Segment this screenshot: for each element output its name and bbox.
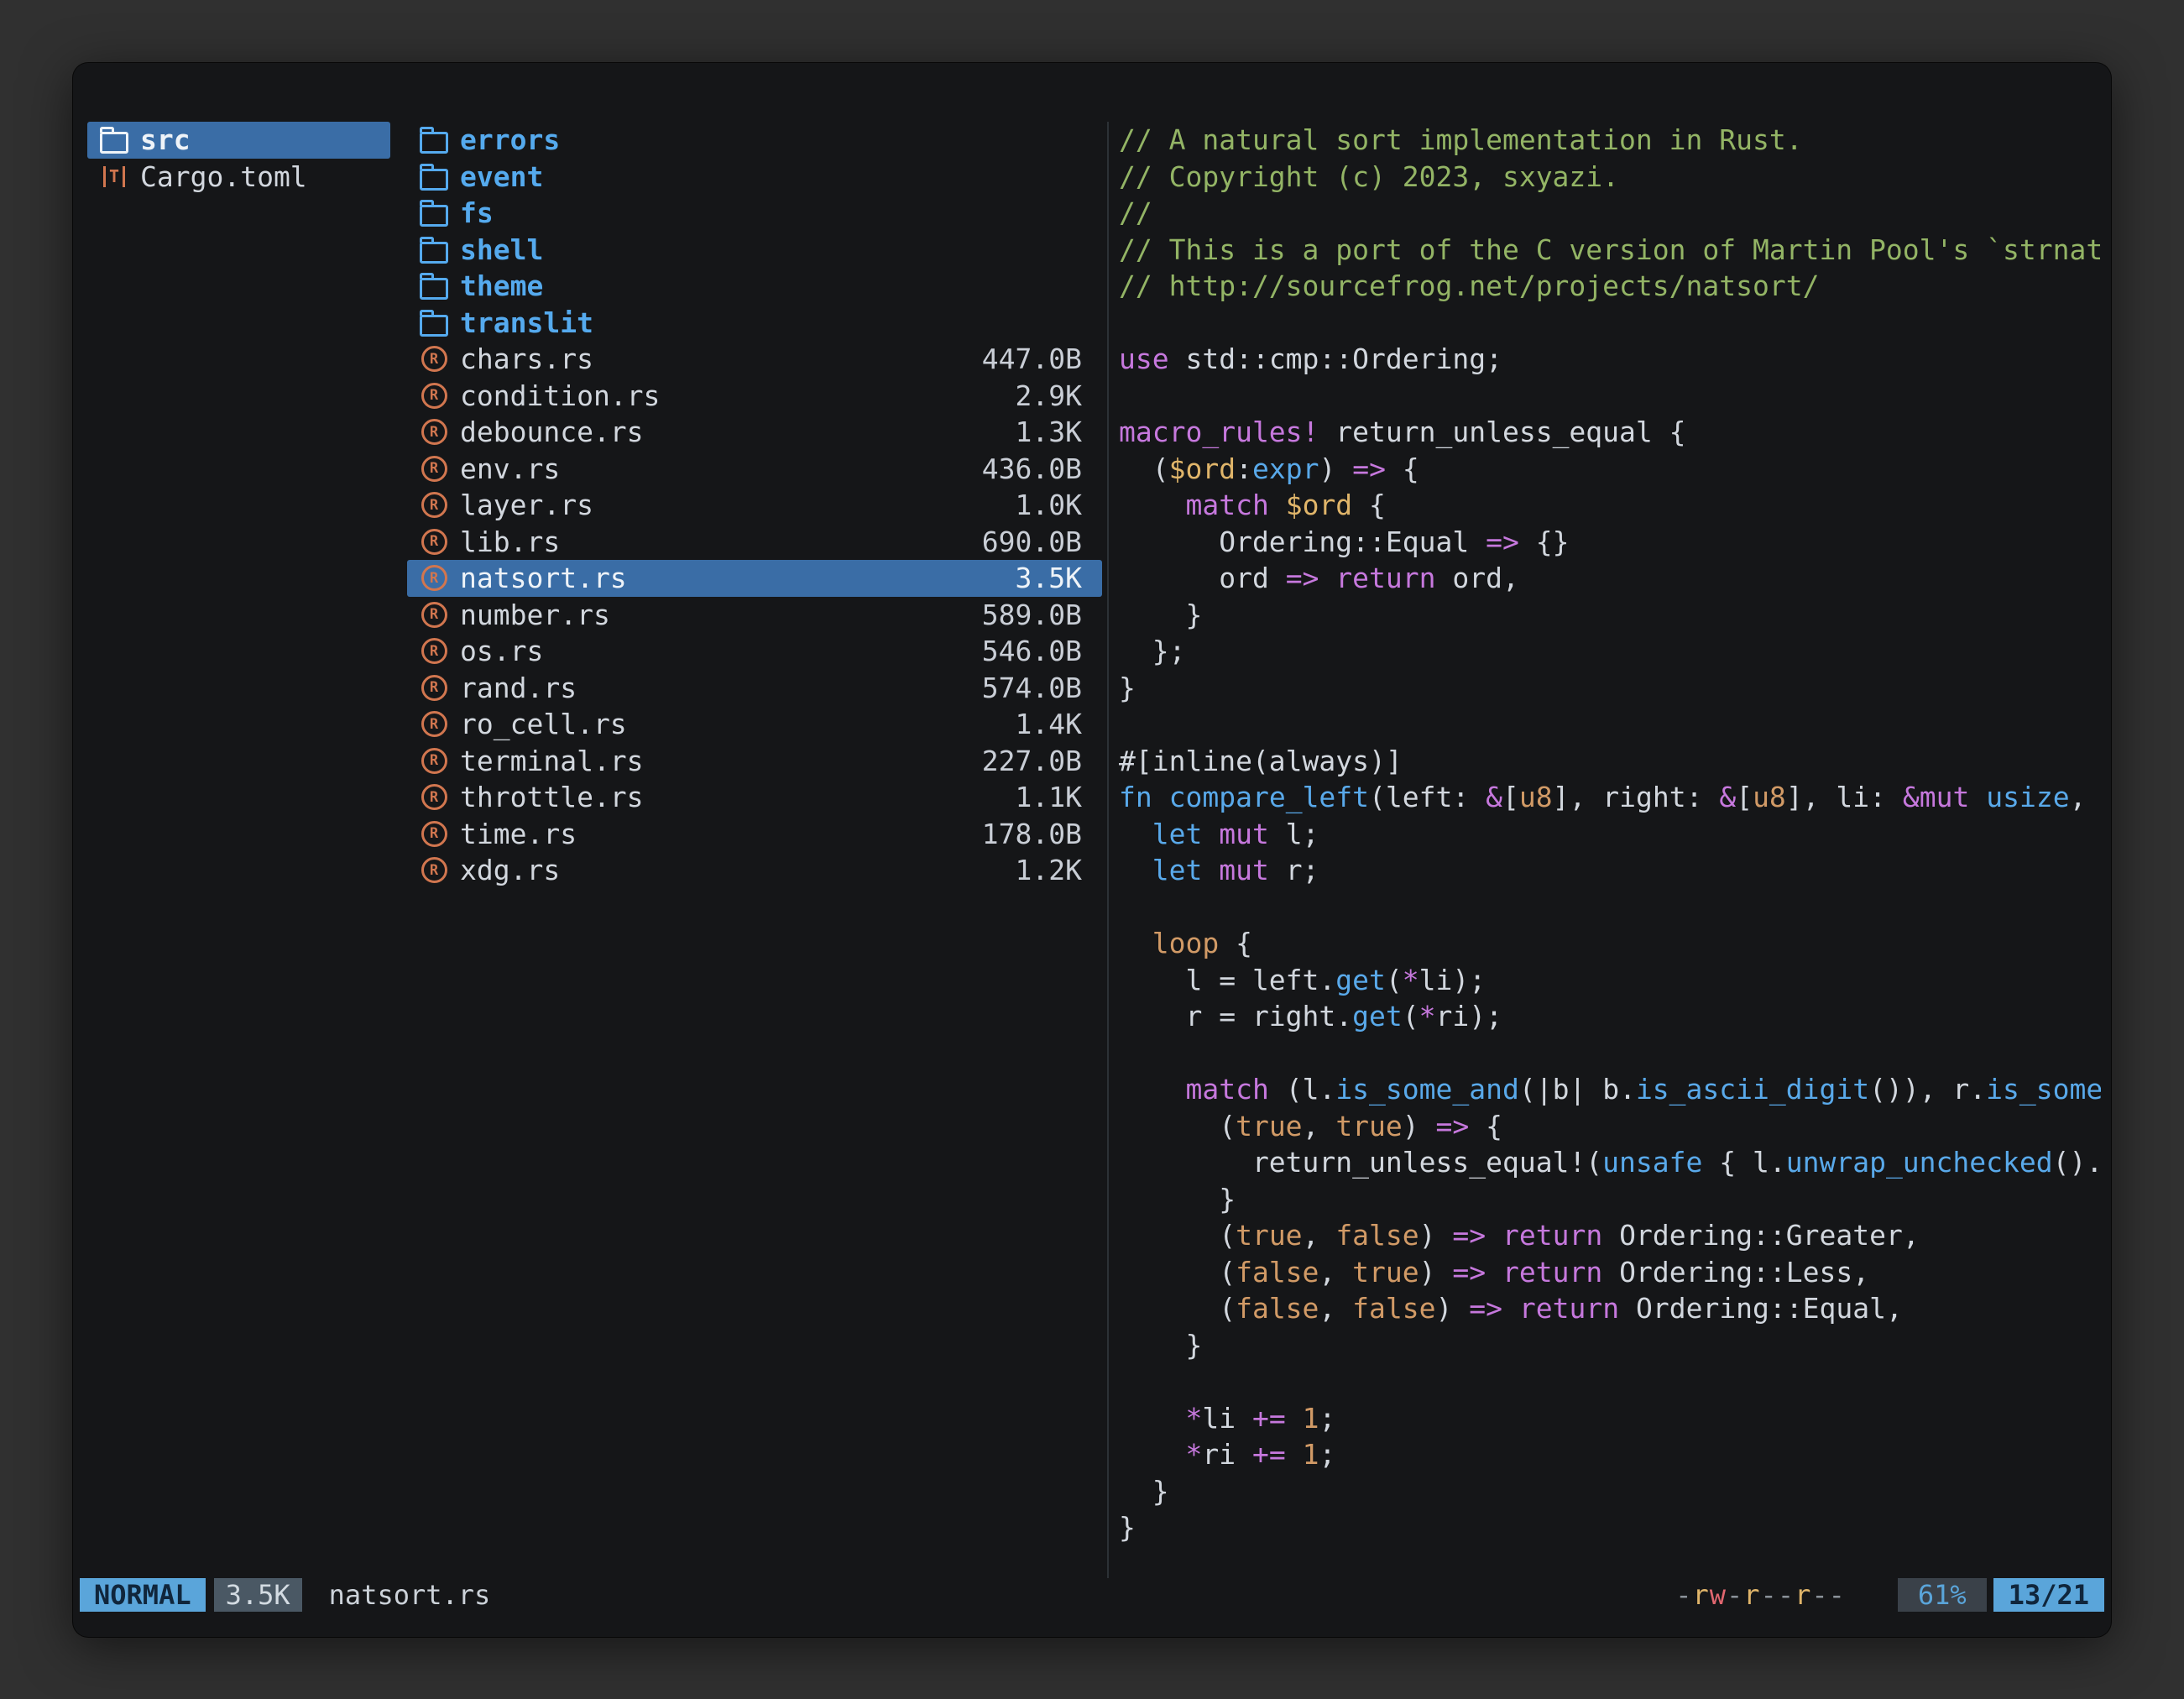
folder-icon	[420, 169, 448, 191]
file-size: 1.3K	[1016, 416, 1082, 448]
file-row[interactable]: os.rs 546.0B	[407, 633, 1102, 670]
file-name: Cargo.toml	[140, 160, 307, 193]
rust-file-icon	[421, 529, 447, 555]
file-name: errors	[460, 123, 560, 156]
file-row[interactable]: Cargo.toml	[87, 159, 390, 196]
file-name: terminal.rs	[460, 745, 644, 777]
file-name: chars.rs	[460, 342, 593, 375]
file-name: event	[460, 160, 543, 193]
status-bar: NORMAL 3.5K natsort.rs -rw-r--r-- 61% 13…	[80, 1578, 2104, 1612]
rust-file-icon	[421, 602, 447, 628]
file-name: ro_cell.rs	[460, 708, 627, 740]
rust-file-icon	[421, 383, 447, 409]
file-row[interactable]: ro_cell.rs 1.4K	[407, 706, 1102, 743]
file-size: 690.0B	[982, 525, 1082, 558]
rust-file-icon	[421, 675, 447, 701]
file-row[interactable]: shell	[407, 232, 1102, 269]
file-name: throttle.rs	[460, 781, 644, 813]
file-row[interactable]: layer.rs 1.0K	[407, 487, 1102, 524]
status-right: -rw-r--r-- 61% 13/21	[1675, 1578, 2104, 1612]
file-size: 574.0B	[982, 672, 1082, 704]
file-row[interactable]: event	[407, 159, 1102, 196]
folder-icon	[420, 242, 448, 264]
file-row[interactable]: src	[87, 122, 390, 159]
file-size: 447.0B	[982, 342, 1082, 375]
file-row[interactable]: translit	[407, 305, 1102, 342]
rust-file-icon	[421, 784, 447, 810]
file-name: translit	[460, 306, 593, 339]
folder-icon	[420, 132, 448, 154]
rust-file-icon	[421, 821, 447, 847]
rust-file-icon	[421, 711, 447, 737]
rust-file-icon	[421, 857, 447, 883]
file-size: 178.0B	[982, 818, 1082, 850]
file-size: 589.0B	[982, 599, 1082, 631]
rust-file-icon	[421, 419, 447, 445]
file-row[interactable]: condition.rs 2.9K	[407, 378, 1102, 415]
file-name: fs	[460, 196, 494, 229]
folder-icon	[100, 132, 128, 154]
file-row[interactable]: debounce.rs 1.3K	[407, 414, 1102, 451]
file-size: 1.4K	[1016, 708, 1082, 740]
cursor-position-badge: 13/21	[1993, 1578, 2104, 1612]
file-size: 1.1K	[1016, 781, 1082, 813]
file-size: 436.0B	[982, 452, 1082, 485]
file-size: 546.0B	[982, 635, 1082, 667]
parent-panel: src Cargo.toml	[87, 122, 390, 195]
rust-file-icon	[421, 456, 447, 482]
file-row[interactable]: rand.rs 574.0B	[407, 670, 1102, 707]
code-preview: // A natural sort implementation in Rust…	[1119, 122, 2101, 1546]
folder-icon	[420, 205, 448, 227]
file-name: theme	[460, 269, 543, 302]
file-name: condition.rs	[460, 379, 660, 412]
file-size: 2.9K	[1016, 379, 1082, 412]
file-row[interactable]: time.rs 178.0B	[407, 816, 1102, 853]
file-name: layer.rs	[460, 489, 593, 521]
file-row[interactable]: natsort.rs 3.5K	[407, 560, 1102, 597]
file-name: env.rs	[460, 452, 560, 485]
rust-file-icon	[421, 492, 447, 518]
file-row[interactable]: throttle.rs 1.1K	[407, 779, 1102, 816]
file-row[interactable]: chars.rs 447.0B	[407, 341, 1102, 378]
panel-divider	[1107, 122, 1109, 1578]
file-name: src	[140, 123, 191, 156]
folder-icon	[420, 278, 448, 300]
file-row[interactable]: theme	[407, 268, 1102, 305]
file-size-badge: 3.5K	[214, 1578, 302, 1612]
rust-file-icon	[421, 748, 447, 774]
file-name: os.rs	[460, 635, 543, 667]
file-row[interactable]: xdg.rs 1.2K	[407, 852, 1102, 889]
file-permissions: -rw-r--r--	[1675, 1579, 1846, 1611]
file-row[interactable]: lib.rs 690.0B	[407, 524, 1102, 561]
current-directory-panel: errors event fs	[407, 122, 1102, 889]
status-filename: natsort.rs	[329, 1579, 491, 1611]
scroll-percent-badge: 61%	[1898, 1578, 1987, 1612]
file-row[interactable]: terminal.rs 227.0B	[407, 743, 1102, 780]
file-row[interactable]: errors	[407, 122, 1102, 159]
terminal-window: src Cargo.toml errors	[73, 63, 2111, 1637]
file-name: time.rs	[460, 818, 577, 850]
file-name: number.rs	[460, 599, 610, 631]
rust-file-icon	[421, 638, 447, 664]
file-name: natsort.rs	[460, 562, 627, 594]
file-name: shell	[460, 233, 543, 266]
rust-file-icon	[421, 565, 447, 591]
file-size: 227.0B	[982, 745, 1082, 777]
mode-badge: NORMAL	[80, 1578, 206, 1612]
toml-file-icon	[103, 166, 125, 187]
file-row[interactable]: fs	[407, 195, 1102, 232]
file-size: 1.0K	[1016, 489, 1082, 521]
file-name: lib.rs	[460, 525, 560, 558]
preview-panel: // A natural sort implementation in Rust…	[1119, 63, 2101, 1578]
file-row[interactable]: number.rs 589.0B	[407, 597, 1102, 634]
status-left: NORMAL 3.5K natsort.rs	[80, 1578, 490, 1612]
file-size: 3.5K	[1016, 562, 1082, 594]
file-name: xdg.rs	[460, 854, 560, 886]
file-name: rand.rs	[460, 672, 577, 704]
file-name: debounce.rs	[460, 416, 644, 448]
rust-file-icon	[421, 346, 447, 372]
file-row[interactable]: env.rs 436.0B	[407, 451, 1102, 488]
file-size: 1.2K	[1016, 854, 1082, 886]
folder-icon	[420, 315, 448, 337]
